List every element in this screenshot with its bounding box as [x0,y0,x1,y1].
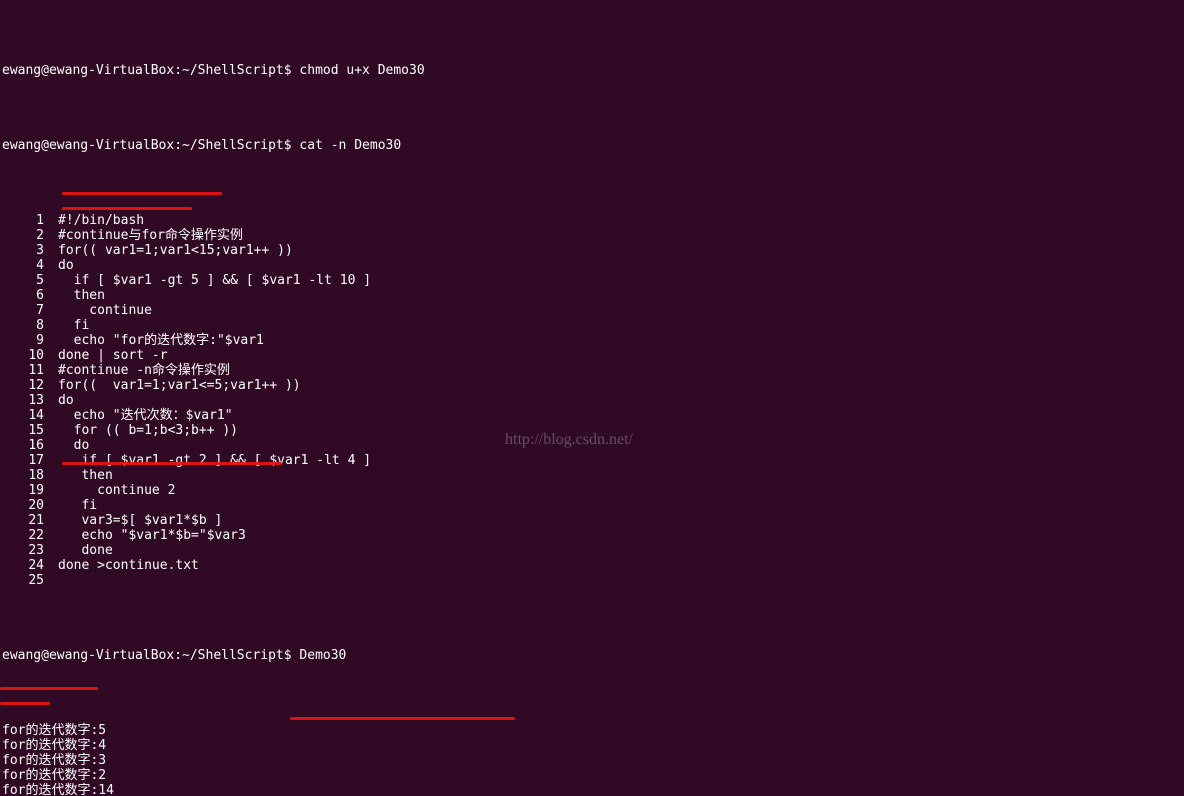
line-code: if [ $var1 -gt 5 ] && [ $var1 -lt 10 ] [58,273,371,288]
line-number: 25 [2,573,58,588]
script-line: 19 continue 2 [2,483,1182,498]
line-code: fi [58,318,89,333]
line-number: 9 [2,333,58,348]
line-code: fi [58,498,97,513]
line-number: 12 [2,378,58,393]
run-output: for的迭代数字:5for的迭代数字:4for的迭代数字:3for的迭代数字:2… [2,723,1182,796]
line-number: 2 [2,228,58,243]
line-number: 21 [2,513,58,528]
cmd-cat: cat -n Demo30 [299,138,401,153]
line-code: then [58,288,105,303]
script-line: 16 do [2,438,1182,453]
line-number: 7 [2,303,58,318]
prompt-line-run: ewang@ewang-VirtualBox:~/ShellScript$ De… [2,648,1182,663]
script-line: 1#!/bin/bash [2,213,1182,228]
line-number: 3 [2,243,58,258]
line-number: 8 [2,318,58,333]
terminal[interactable]: ewang@ewang-VirtualBox:~/ShellScript$ ch… [0,0,1184,796]
line-code: echo "迭代次数：$var1" [58,408,233,423]
script-line: 12for(( var1=1;var1<=5;var1++ )) [2,378,1182,393]
annotation-underline-icon [62,192,222,195]
line-number: 11 [2,363,58,378]
line-number: 4 [2,258,58,273]
annotation-underline-icon [0,687,98,690]
script-line: 13do [2,393,1182,408]
output-line: for的迭代数字:3 [2,753,1182,768]
script-line: 2#continue与for命令操作实例 [2,228,1182,243]
script-line: 4do [2,258,1182,273]
line-code: for(( var1=1;var1<15;var1++ )) [58,243,293,258]
line-number: 13 [2,393,58,408]
line-number: 5 [2,273,58,288]
cmd-run: Demo30 [299,648,346,663]
script-line: 15 for (( b=1;b<3;b++ )) [2,423,1182,438]
line-number: 24 [2,558,58,573]
line-code: #continue与for命令操作实例 [58,228,243,243]
line-code: do [58,258,74,273]
line-number: 22 [2,528,58,543]
line-code: #continue -n命令操作实例 [58,363,230,378]
line-number: 18 [2,468,58,483]
script-line: 25 [2,573,1182,588]
line-number: 1 [2,213,58,228]
script-line: 7 continue [2,303,1182,318]
line-number: 6 [2,288,58,303]
line-code: done >continue.txt [58,558,199,573]
line-code: if [ $var1 -gt 2 ] && [ $var1 -lt 4 ] [58,453,371,468]
script-line: 6 then [2,288,1182,303]
line-code: then [58,468,113,483]
line-number: 17 [2,453,58,468]
output-line: for的迭代数字:2 [2,768,1182,783]
line-code: continue [58,303,152,318]
output-line: for的迭代数字:4 [2,738,1182,753]
script-line: 24done >continue.txt [2,558,1182,573]
line-code: do [58,393,74,408]
script-line: 21 var3=$[ $var1*$b ] [2,513,1182,528]
script-line: 10done | sort -r [2,348,1182,363]
line-number: 20 [2,498,58,513]
line-number: 23 [2,543,58,558]
output-line: for的迭代数字:5 [2,723,1182,738]
line-code: done [58,543,113,558]
line-number: 10 [2,348,58,363]
line-code: done | sort -r [58,348,168,363]
line-code: for(( var1=1;var1<=5;var1++ )) [58,378,301,393]
script-line: 3for(( var1=1;var1<15;var1++ )) [2,243,1182,258]
line-code: continue 2 [58,483,175,498]
output-line: for的迭代数字:14 [2,783,1182,796]
cat-output: 1#!/bin/bash2#continue与for命令操作实例3for(( v… [2,213,1182,588]
script-line: 20 fi [2,498,1182,513]
prompt-path: ~/ShellScript [182,63,284,78]
cmd-chmod: chmod u+x Demo30 [299,63,424,78]
line-number: 19 [2,483,58,498]
line-code: echo "$var1*$b="$var3 [58,528,246,543]
prompt-user: ewang@ewang-VirtualBox [2,63,174,78]
line-code: do [58,438,89,453]
script-line: 14 echo "迭代次数：$var1" [2,408,1182,423]
line-code: #!/bin/bash [58,213,144,228]
script-line: 9 echo "for的迭代数字:"$var1 [2,333,1182,348]
script-line: 17 if [ $var1 -gt 2 ] && [ $var1 -lt 4 ] [2,453,1182,468]
script-line: 22 echo "$var1*$b="$var3 [2,528,1182,543]
prompt-line-cat: ewang@ewang-VirtualBox:~/ShellScript$ ca… [2,138,1182,153]
annotation-underline-icon [0,702,50,705]
line-code: echo "for的迭代数字:"$var1 [58,333,264,348]
line-code: var3=$[ $var1*$b ] [58,513,222,528]
script-line: 18 then [2,468,1182,483]
line-number: 14 [2,408,58,423]
prompt-line-chmod: ewang@ewang-VirtualBox:~/ShellScript$ ch… [2,63,1182,78]
annotation-underline-icon [62,207,192,210]
line-number: 16 [2,438,58,453]
script-line: 5 if [ $var1 -gt 5 ] && [ $var1 -lt 10 ] [2,273,1182,288]
script-line: 11#continue -n命令操作实例 [2,363,1182,378]
annotation-underline-icon [290,717,515,720]
line-number: 15 [2,423,58,438]
script-line: 23 done [2,543,1182,558]
script-line: 8 fi [2,318,1182,333]
line-code: for (( b=1;b<3;b++ )) [58,423,238,438]
